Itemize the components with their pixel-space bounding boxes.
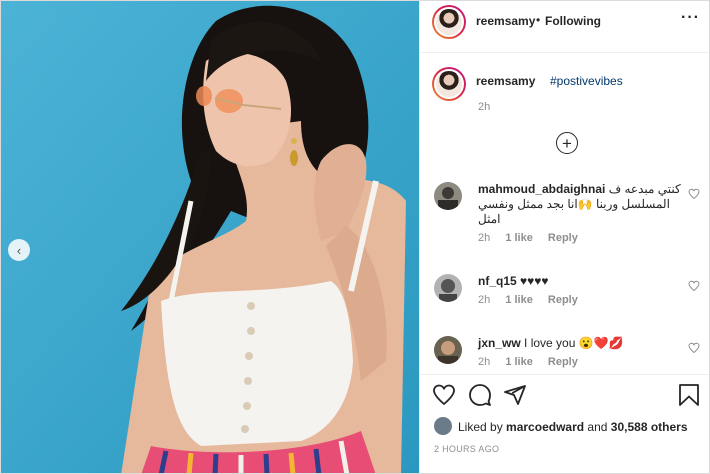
likes-joiner: and bbox=[587, 420, 608, 434]
comment-time: 2h bbox=[478, 294, 491, 306]
divider bbox=[420, 374, 709, 375]
liked-by-label: Liked by bbox=[458, 420, 503, 434]
comment-icon[interactable] bbox=[468, 383, 492, 407]
post-header: reemsamy • Following ··· bbox=[420, 1, 709, 53]
post-side-panel: reemsamy • Following ··· reemsamy #posti… bbox=[419, 1, 709, 473]
comment-likes[interactable]: 1 like bbox=[505, 232, 533, 244]
comment-likes[interactable]: 1 like bbox=[505, 294, 533, 306]
caption-username[interactable]: reemsamy bbox=[476, 74, 535, 88]
comment-time: 2h bbox=[478, 356, 491, 368]
comment-avatar[interactable] bbox=[434, 182, 462, 210]
following-button[interactable]: Following bbox=[545, 14, 601, 28]
comment-avatar[interactable] bbox=[434, 274, 462, 302]
post-timestamp[interactable]: 2 HOURS AGO bbox=[434, 444, 499, 454]
comment-username[interactable]: jxn_ww bbox=[478, 336, 521, 350]
post-photo[interactable]: ‹ bbox=[1, 1, 419, 473]
comment-meta: 2h 1 like Reply bbox=[478, 231, 684, 246]
comment-username[interactable]: mahmoud_abdaighnai bbox=[478, 182, 605, 196]
comment-item: jxn_ww I love you 😮❤️💋 2h 1 like Reply bbox=[432, 336, 704, 372]
heart-icon[interactable] bbox=[432, 383, 456, 407]
heart-icon[interactable] bbox=[688, 342, 700, 354]
comment-text: ♥♥♥♥ bbox=[520, 274, 549, 288]
caption-time: 2h bbox=[478, 101, 491, 113]
heart-icon[interactable] bbox=[688, 280, 700, 292]
header-username[interactable]: reemsamy bbox=[476, 14, 535, 28]
reply-button[interactable]: Reply bbox=[548, 294, 578, 306]
avatar[interactable] bbox=[432, 5, 466, 39]
comment-likes[interactable]: 1 like bbox=[505, 356, 533, 368]
liker-username[interactable]: marcoedward bbox=[506, 420, 584, 434]
caption-avatar[interactable] bbox=[432, 67, 466, 101]
more-horizontal-icon[interactable]: ··· bbox=[681, 9, 700, 27]
header-separator: • bbox=[536, 13, 541, 27]
comment-time: 2h bbox=[478, 232, 491, 244]
caption-hashtag[interactable]: #postivevibes bbox=[550, 74, 623, 88]
reply-button[interactable]: Reply bbox=[548, 356, 578, 368]
heart-icon[interactable] bbox=[688, 188, 700, 200]
reply-button[interactable]: Reply bbox=[548, 232, 578, 244]
comment-meta: 2h 1 like Reply bbox=[478, 355, 684, 370]
instagram-post: ‹ reemsamy • Following ··· reemsamy #pos… bbox=[0, 0, 710, 474]
post-image bbox=[1, 1, 419, 473]
comment-text: I love you 😮❤️💋 bbox=[524, 336, 624, 350]
comment-avatar[interactable] bbox=[434, 336, 462, 364]
comment-meta: 2h 1 like Reply bbox=[478, 293, 684, 308]
post-actions bbox=[432, 383, 702, 409]
liker-avatar[interactable] bbox=[434, 417, 452, 435]
bookmark-icon[interactable] bbox=[678, 383, 700, 407]
carousel-prev-button[interactable]: ‹ bbox=[8, 239, 30, 261]
plus-circle-icon[interactable]: + bbox=[556, 132, 578, 154]
chevron-left-icon: ‹ bbox=[16, 242, 22, 258]
share-icon[interactable] bbox=[503, 383, 527, 407]
comment-username[interactable]: nf_q15 bbox=[478, 274, 517, 288]
likes-others[interactable]: 30,588 others bbox=[611, 420, 688, 434]
